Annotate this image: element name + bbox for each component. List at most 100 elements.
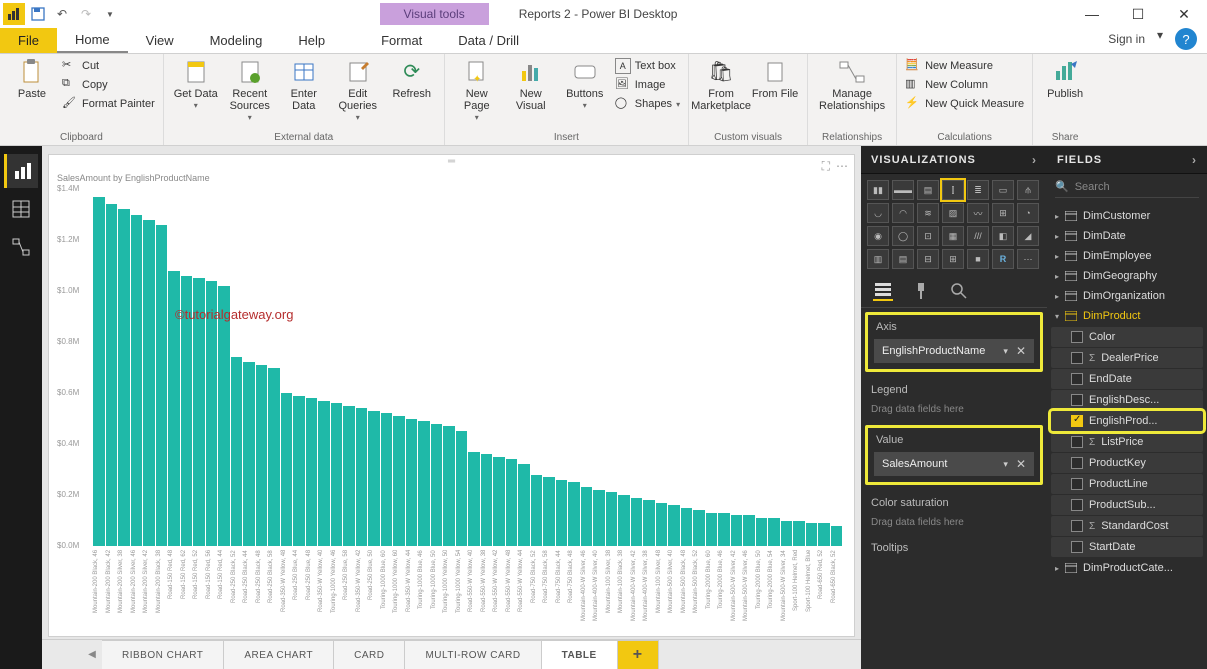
collapse-icon[interactable]: ›	[1032, 153, 1037, 167]
viz-type-button[interactable]: ◡	[867, 203, 889, 223]
chart-bar[interactable]	[693, 510, 705, 546]
viz-type-button[interactable]: 〰	[967, 203, 989, 223]
report-view-button[interactable]	[4, 154, 38, 188]
axis-field-pill[interactable]: EnglishProductName▾✕	[874, 339, 1034, 363]
tab-data-drill[interactable]: Data / Drill	[440, 28, 537, 53]
chart-bar[interactable]	[518, 464, 530, 546]
image-button[interactable]: 🖼Image	[615, 77, 680, 93]
edit-queries-button[interactable]: Edit Queries▾	[334, 58, 382, 123]
chart-bar[interactable]	[681, 508, 693, 546]
format-painter-button[interactable]: 🖌Format Painter	[62, 96, 155, 112]
page-tab[interactable]: AREA CHART	[224, 640, 334, 669]
chart-bar[interactable]	[368, 411, 380, 546]
value-field-pill[interactable]: SalesAmount▾✕	[874, 452, 1034, 476]
file-tab[interactable]: File	[0, 28, 57, 53]
chart-bar[interactable]	[643, 500, 655, 546]
page-tab[interactable]: RIBBON CHART	[102, 640, 224, 669]
chart-bar[interactable]	[468, 452, 480, 546]
checkbox[interactable]	[1071, 457, 1083, 469]
fields-table[interactable]: ▸DimProductCate...	[1047, 558, 1207, 578]
chart-bar[interactable]	[181, 276, 193, 546]
report-canvas[interactable]: ═ ⛶ ⋯ SalesAmount by EnglishProductName …	[48, 154, 855, 637]
chart-bar[interactable]	[243, 362, 255, 546]
enter-data-button[interactable]: Enter Data	[280, 58, 328, 112]
fields-column[interactable]: EndDate	[1051, 369, 1203, 389]
viz-type-button[interactable]: R	[992, 249, 1014, 269]
expand-icon[interactable]: ▸	[1055, 292, 1059, 301]
viz-type-button[interactable]: ≋	[917, 203, 939, 223]
expand-icon[interactable]: ▸	[1055, 212, 1059, 221]
viz-type-button[interactable]: ⫿	[942, 180, 964, 200]
chart-bar[interactable]	[331, 403, 343, 546]
chart-bar[interactable]	[793, 521, 805, 547]
new-column-button[interactable]: ▥New Column	[905, 77, 1024, 93]
chart-bar[interactable]	[206, 281, 218, 546]
dropdown-icon[interactable]: ▾	[999, 459, 1012, 470]
viz-type-button[interactable]: ▥	[867, 249, 889, 269]
chart-bar[interactable]	[131, 215, 143, 547]
chart-bar[interactable]	[506, 459, 518, 546]
fields-column[interactable]: ΣDealerPrice	[1051, 348, 1203, 368]
chart-bar[interactable]	[93, 197, 105, 546]
expand-icon[interactable]: ▸	[1055, 232, 1059, 241]
collapse-icon[interactable]: ›	[1192, 153, 1197, 167]
viz-type-button[interactable]: ▦	[942, 226, 964, 246]
chart-bar[interactable]	[656, 503, 668, 546]
fields-table[interactable]: ▸DimCustomer	[1047, 206, 1207, 226]
tab-home[interactable]: Home	[57, 28, 128, 53]
chart-bar[interactable]	[356, 408, 368, 546]
new-visual-button[interactable]: New Visual	[507, 58, 555, 112]
chart-bar[interactable]	[143, 220, 155, 546]
checkbox[interactable]	[1071, 520, 1083, 532]
fields-tab[interactable]	[873, 281, 893, 301]
chart-bar[interactable]	[668, 505, 680, 546]
chart-bar[interactable]	[706, 513, 718, 546]
chart-bar[interactable]	[281, 393, 293, 546]
chart-bar[interactable]	[118, 209, 130, 546]
paste-button[interactable]: Paste	[8, 58, 56, 100]
chart-bar[interactable]	[268, 368, 280, 547]
tab-modeling[interactable]: Modeling	[192, 28, 281, 53]
chart-bar[interactable]	[768, 518, 780, 546]
chart-bar[interactable]	[631, 498, 643, 546]
page-tab[interactable]: MULTI-ROW CARD	[405, 640, 541, 669]
viz-type-button[interactable]: ▤	[917, 180, 939, 200]
chart-bar[interactable]	[781, 521, 793, 547]
chart-bar[interactable]	[481, 454, 493, 546]
shapes-button[interactable]: ◯Shapes▾	[615, 96, 680, 112]
qat-dropdown-icon[interactable]: ▼	[99, 3, 121, 25]
chart-bar[interactable]	[418, 421, 430, 546]
chart-bar[interactable]	[556, 480, 568, 546]
drag-handle-icon[interactable]: ═	[448, 156, 455, 167]
chart-bar[interactable]	[618, 495, 630, 546]
get-data-button[interactable]: Get Data▾	[172, 58, 220, 111]
chart-bar[interactable]	[756, 518, 768, 546]
panel-header[interactable]: FIELDS›	[1047, 146, 1207, 174]
viz-type-button[interactable]: ▮▮	[867, 180, 889, 200]
checkbox[interactable]	[1071, 478, 1083, 490]
fields-column[interactable]: Color	[1051, 327, 1203, 347]
fields-table[interactable]: ▸DimDate	[1047, 226, 1207, 246]
expand-icon[interactable]: ▸	[1055, 272, 1059, 281]
redo-icon[interactable]: ↷	[75, 3, 97, 25]
viz-type-button[interactable]: ⊞	[942, 249, 964, 269]
chart-bar[interactable]	[831, 526, 843, 546]
fields-column[interactable]: EnglishProd...	[1051, 411, 1203, 431]
viz-type-button[interactable]: ▬▬	[892, 180, 914, 200]
viz-type-button[interactable]: ◧	[992, 226, 1014, 246]
page-tab[interactable]: TABLE	[542, 640, 618, 669]
chart-bar[interactable]	[106, 204, 118, 546]
viz-type-button[interactable]: ≣	[967, 180, 989, 200]
chart-bar[interactable]	[543, 477, 555, 546]
chart-bar[interactable]	[218, 286, 230, 546]
dropdown-icon[interactable]: ▾	[999, 346, 1012, 357]
chart-bar[interactable]	[531, 475, 543, 546]
viz-type-button[interactable]: ⊞	[992, 203, 1014, 223]
new-page-button[interactable]: ✦New Page▾	[453, 58, 501, 123]
from-marketplace-button[interactable]: 🛍From Marketplace	[697, 58, 745, 112]
viz-type-button[interactable]: ▤	[892, 249, 914, 269]
fields-search[interactable]: 🔍 Search	[1055, 180, 1199, 198]
fields-table[interactable]: ▸DimGeography	[1047, 266, 1207, 286]
fields-column[interactable]: ΣListPrice	[1051, 432, 1203, 452]
new-measure-button[interactable]: 🧮New Measure	[905, 58, 1024, 74]
